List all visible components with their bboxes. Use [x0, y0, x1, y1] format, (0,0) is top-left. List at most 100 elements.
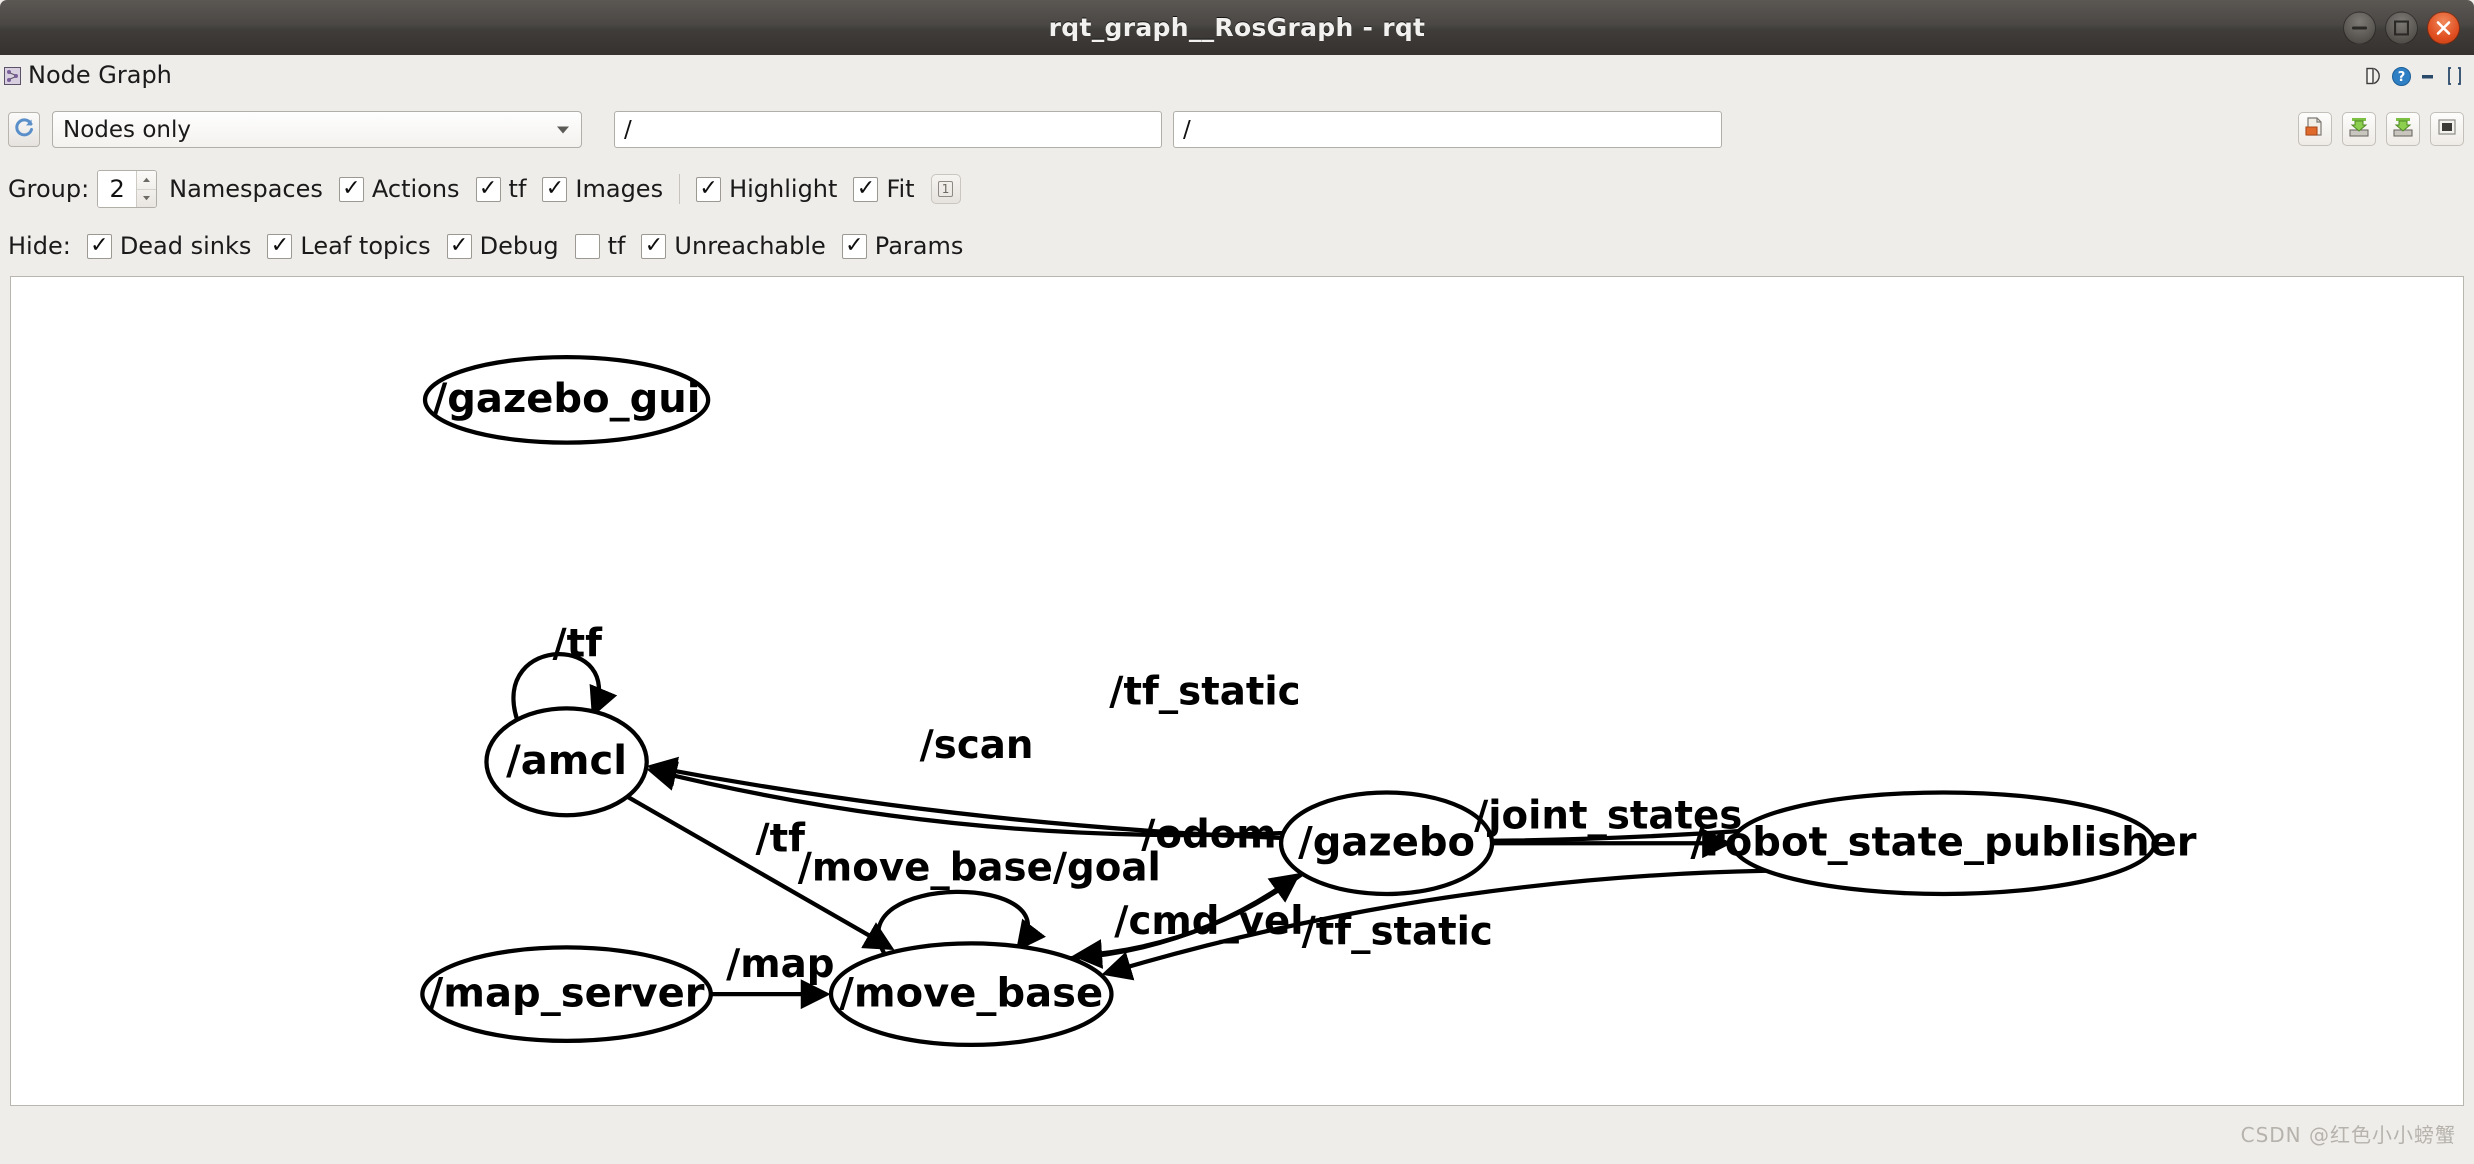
svg-text:?: ? — [2397, 70, 2405, 85]
check-icon: ✓ — [449, 233, 469, 258]
namespaces-label: Namespaces — [169, 175, 323, 203]
window-buttons — [2343, 11, 2460, 44]
graph-edge-label: /move_base/goal — [798, 846, 1161, 891]
images-checkbox[interactable]: ✓ — [542, 176, 568, 202]
graph-node-gazebo[interactable]: /gazebo — [1278, 790, 1495, 897]
graph-type-value: Nodes only — [63, 116, 191, 143]
minimize-button[interactable] — [2343, 11, 2376, 44]
window-titlebar: rqt_graph__RosGraph - rqt — [0, 0, 2474, 55]
hide-debug-checkbox[interactable]: ✓ — [446, 233, 472, 259]
hide-params-checkbox[interactable]: ✓ — [841, 233, 867, 259]
graph-canvas[interactable]: /gazebo_gui/amcl/gazebo/robot_state_publ… — [10, 276, 2464, 1106]
panel-close-icon[interactable] — [2444, 65, 2466, 87]
group-stepper[interactable] — [136, 171, 157, 208]
hide-unreachable-checkbox[interactable]: ✓ — [641, 233, 667, 259]
check-icon: ✓ — [845, 233, 864, 258]
graph-edge-label: /odom — [1141, 812, 1276, 857]
hide-label: Hide: — [8, 232, 71, 260]
fit-view-button[interactable] — [2430, 112, 2464, 146]
include-filter-input[interactable]: / — [614, 111, 1162, 148]
graph-edge-label: /tf — [553, 621, 604, 666]
folder-icon — [2304, 116, 2326, 142]
graph-node-label: /move_base — [839, 970, 1103, 1016]
toolbar-divider — [679, 174, 681, 204]
ros-node-graph[interactable]: /gazebo_gui/amcl/gazebo/robot_state_publ… — [11, 277, 2463, 1105]
filter-toolbar: Nodes only / / — [0, 104, 2474, 162]
panel-header: Node Graph ? — [0, 55, 2474, 101]
panel-title: Node Graph — [28, 61, 172, 89]
graph-edge-label: /scan — [920, 723, 1034, 768]
hide-tf-label: tf — [607, 232, 626, 260]
group-spinbox[interactable]: 2 — [97, 170, 158, 208]
load-dot-button[interactable] — [2298, 112, 2332, 146]
chevron-down-icon — [557, 126, 569, 133]
graph-edge-label: /tf_static — [1302, 910, 1493, 955]
check-icon: ✓ — [478, 176, 498, 201]
tf-label: tf — [508, 175, 527, 203]
hide-dead-sinks-label: Dead sinks — [119, 232, 252, 260]
actions-label: Actions — [371, 175, 460, 203]
fit-checkbox[interactable]: ✓ — [853, 176, 879, 202]
graph-node-label: /robot_state_publisher — [1690, 820, 2196, 866]
toolbar-actions — [2298, 112, 2464, 146]
hide-options-row: Hide: ✓ Dead sinks ✓ Leaf topics ✓ Debug… — [0, 222, 2474, 270]
exclude-filter-input[interactable]: / — [1173, 111, 1722, 148]
hide-leaf-topics-checkbox[interactable]: ✓ — [267, 233, 293, 259]
graph-edge-label: /cmd_vel — [1114, 899, 1303, 944]
graph-node-amcl[interactable]: /amcl — [484, 706, 649, 818]
save-image-icon — [2392, 116, 2414, 142]
group-step-down[interactable] — [137, 190, 156, 208]
actions-checkbox[interactable]: ✓ — [338, 176, 364, 202]
check-icon: ✓ — [644, 233, 664, 258]
group-label: Group: — [8, 175, 90, 203]
graph-node-move_base[interactable]: /move_base — [828, 941, 1114, 1048]
frame-icon — [2436, 116, 2458, 142]
graph-edge-label: /joint_states — [1474, 794, 1742, 839]
hide-unreachable-label: Unreachable — [674, 232, 826, 260]
save-dot-button[interactable] — [2342, 112, 2376, 146]
hide-tf-checkbox[interactable] — [574, 233, 600, 259]
check-icon: ✓ — [545, 176, 565, 201]
exclude-filter-value: / — [1183, 116, 1191, 143]
check-icon: ✓ — [856, 176, 876, 201]
graph-options-row: Group: 2 Namespaces ✓ Actions ✓ tf ✓ Ima… — [0, 165, 2474, 213]
graph-node-label: /map_server — [429, 970, 705, 1016]
refresh-icon — [14, 117, 35, 142]
graph-node-label: /amcl — [506, 738, 627, 784]
close-button[interactable] — [2427, 11, 2460, 44]
graph-node-robot_state_publisher[interactable]: /robot_state_publisher — [1690, 790, 2197, 897]
tf-checkbox[interactable]: ✓ — [475, 176, 501, 202]
status-strip — [0, 1156, 2474, 1164]
save-dot-icon — [2348, 116, 2370, 142]
group-step-up[interactable] — [137, 171, 157, 190]
zoom-reset-label: 1 — [937, 181, 954, 197]
fit-label: Fit — [886, 175, 915, 203]
zoom-reset-button[interactable]: 1 — [930, 174, 961, 204]
highlight-checkbox[interactable]: ✓ — [696, 176, 722, 202]
graph-type-dropdown[interactable]: Nodes only — [52, 111, 582, 148]
graph-node-label: /gazebo_gui — [433, 376, 701, 422]
save-image-button[interactable] — [2386, 112, 2420, 146]
hide-leaf-topics-label: Leaf topics — [300, 232, 431, 260]
hide-dead-sinks-checkbox[interactable]: ✓ — [86, 233, 112, 259]
help-icon[interactable]: ? — [2390, 65, 2412, 87]
graph-edge-label: /tf_static — [1109, 669, 1300, 714]
graph-node-gazebo_gui[interactable]: /gazebo_gui — [422, 354, 711, 445]
maximize-button[interactable] — [2385, 11, 2418, 44]
graph-edge-label: /map — [726, 942, 834, 987]
images-label: Images — [575, 175, 664, 203]
check-icon: ✓ — [699, 176, 718, 201]
panel-minimize-icon[interactable] — [2417, 65, 2439, 87]
hide-params-label: Params — [874, 232, 964, 260]
check-icon: ✓ — [342, 176, 361, 201]
window-title: rqt_graph__RosGraph - rqt — [1048, 13, 1426, 42]
graph-node-map_server[interactable]: /map_server — [420, 945, 713, 1044]
include-filter-value: / — [624, 116, 632, 143]
graph-node-label: /gazebo — [1298, 820, 1475, 866]
undock-icon[interactable] — [2363, 65, 2385, 87]
highlight-label: Highlight — [729, 175, 838, 203]
hide-debug-label: Debug — [479, 232, 559, 260]
node-graph-icon — [4, 67, 21, 85]
panel-header-controls: ? — [2363, 65, 2466, 87]
refresh-button[interactable] — [8, 112, 40, 147]
